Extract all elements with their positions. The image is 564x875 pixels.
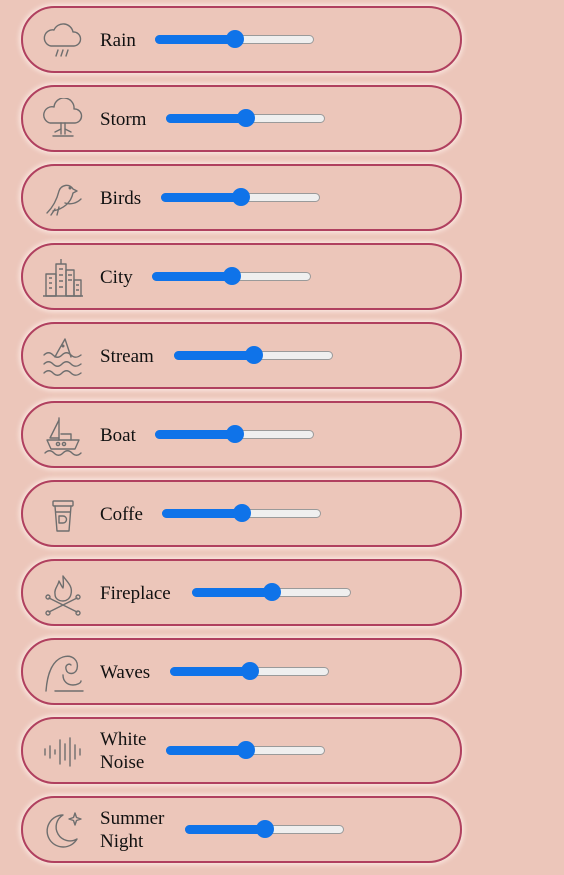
coffee-cup-icon [41,493,85,537]
volume-slider-fill [161,193,241,202]
volume-slider-summer-night[interactable] [185,820,344,838]
city-buildings-icon [41,256,85,300]
volume-slider-coffe[interactable] [162,504,321,522]
sound-card-waves: Waves [21,638,462,705]
sound-label: Stream [100,346,154,367]
volume-slider-thumb[interactable] [225,425,244,443]
volume-slider-birds[interactable] [161,188,320,206]
volume-slider-thumb[interactable] [222,267,241,285]
sound-card-stream: Stream [21,322,462,389]
sound-card-boat: Boat [21,401,462,468]
rain-cloud-icon [41,19,85,63]
volume-slider-rain[interactable] [155,30,314,48]
volume-slider-fill [155,430,235,439]
volume-slider-fill [152,272,232,281]
sound-card-birds: Birds [21,164,462,231]
volume-slider-thumb[interactable] [231,188,250,206]
sound-label: Rain [100,30,136,51]
sound-label: Coffe [100,504,143,525]
volume-slider-thumb[interactable] [240,662,259,680]
sound-card-white-noise: White Noise [21,717,462,784]
volume-slider-boat[interactable] [155,425,314,443]
volume-slider-city[interactable] [152,267,311,285]
sound-label: Storm [100,109,147,130]
storm-cloud-icon [41,98,85,142]
stream-fish-icon [41,335,85,379]
volume-slider-thumb[interactable] [255,820,274,838]
volume-slider-storm[interactable] [166,109,325,127]
sound-card-coffe: Coffe [21,480,462,547]
sound-card-summer-night: Summer Night [21,796,462,863]
volume-slider-thumb[interactable] [244,346,263,364]
boat-icon [41,414,85,458]
sound-card-city: City [21,243,462,310]
volume-slider-thumb[interactable] [232,504,251,522]
volume-slider-waves[interactable] [170,662,329,680]
sound-label: Boat [100,425,136,446]
volume-slider-thumb[interactable] [236,109,255,127]
volume-slider-fill [170,667,250,676]
bird-icon [41,177,85,221]
volume-slider-white-noise[interactable] [166,741,325,759]
sound-label: Waves [100,662,151,683]
campfire-icon [41,572,85,616]
sound-label: Summer Night [100,808,165,852]
volume-slider-fill [166,746,246,755]
moon-star-icon [41,809,85,853]
sound-wave-icon [41,730,85,774]
volume-slider-stream[interactable] [174,346,333,364]
volume-slider-fill [192,588,272,597]
sound-card-storm: Storm [21,85,462,152]
volume-slider-fill [185,825,265,834]
sound-list: Rain Storm Birds City Stream Boat Coffe … [21,6,462,875]
volume-slider-fill [155,35,235,44]
volume-slider-fill [166,114,246,123]
sound-card-fireplace: Fireplace [21,559,462,626]
volume-slider-fireplace[interactable] [192,583,351,601]
sound-card-rain: Rain [21,6,462,73]
volume-slider-thumb[interactable] [236,741,255,759]
volume-slider-fill [162,509,242,518]
wave-icon [41,651,85,695]
sound-label: White Noise [100,729,147,773]
volume-slider-fill [174,351,254,360]
sound-label: City [100,267,133,288]
sound-label: Birds [100,188,142,209]
sound-label: Fireplace [100,583,171,604]
volume-slider-thumb[interactable] [225,30,244,48]
volume-slider-thumb[interactable] [262,583,281,601]
